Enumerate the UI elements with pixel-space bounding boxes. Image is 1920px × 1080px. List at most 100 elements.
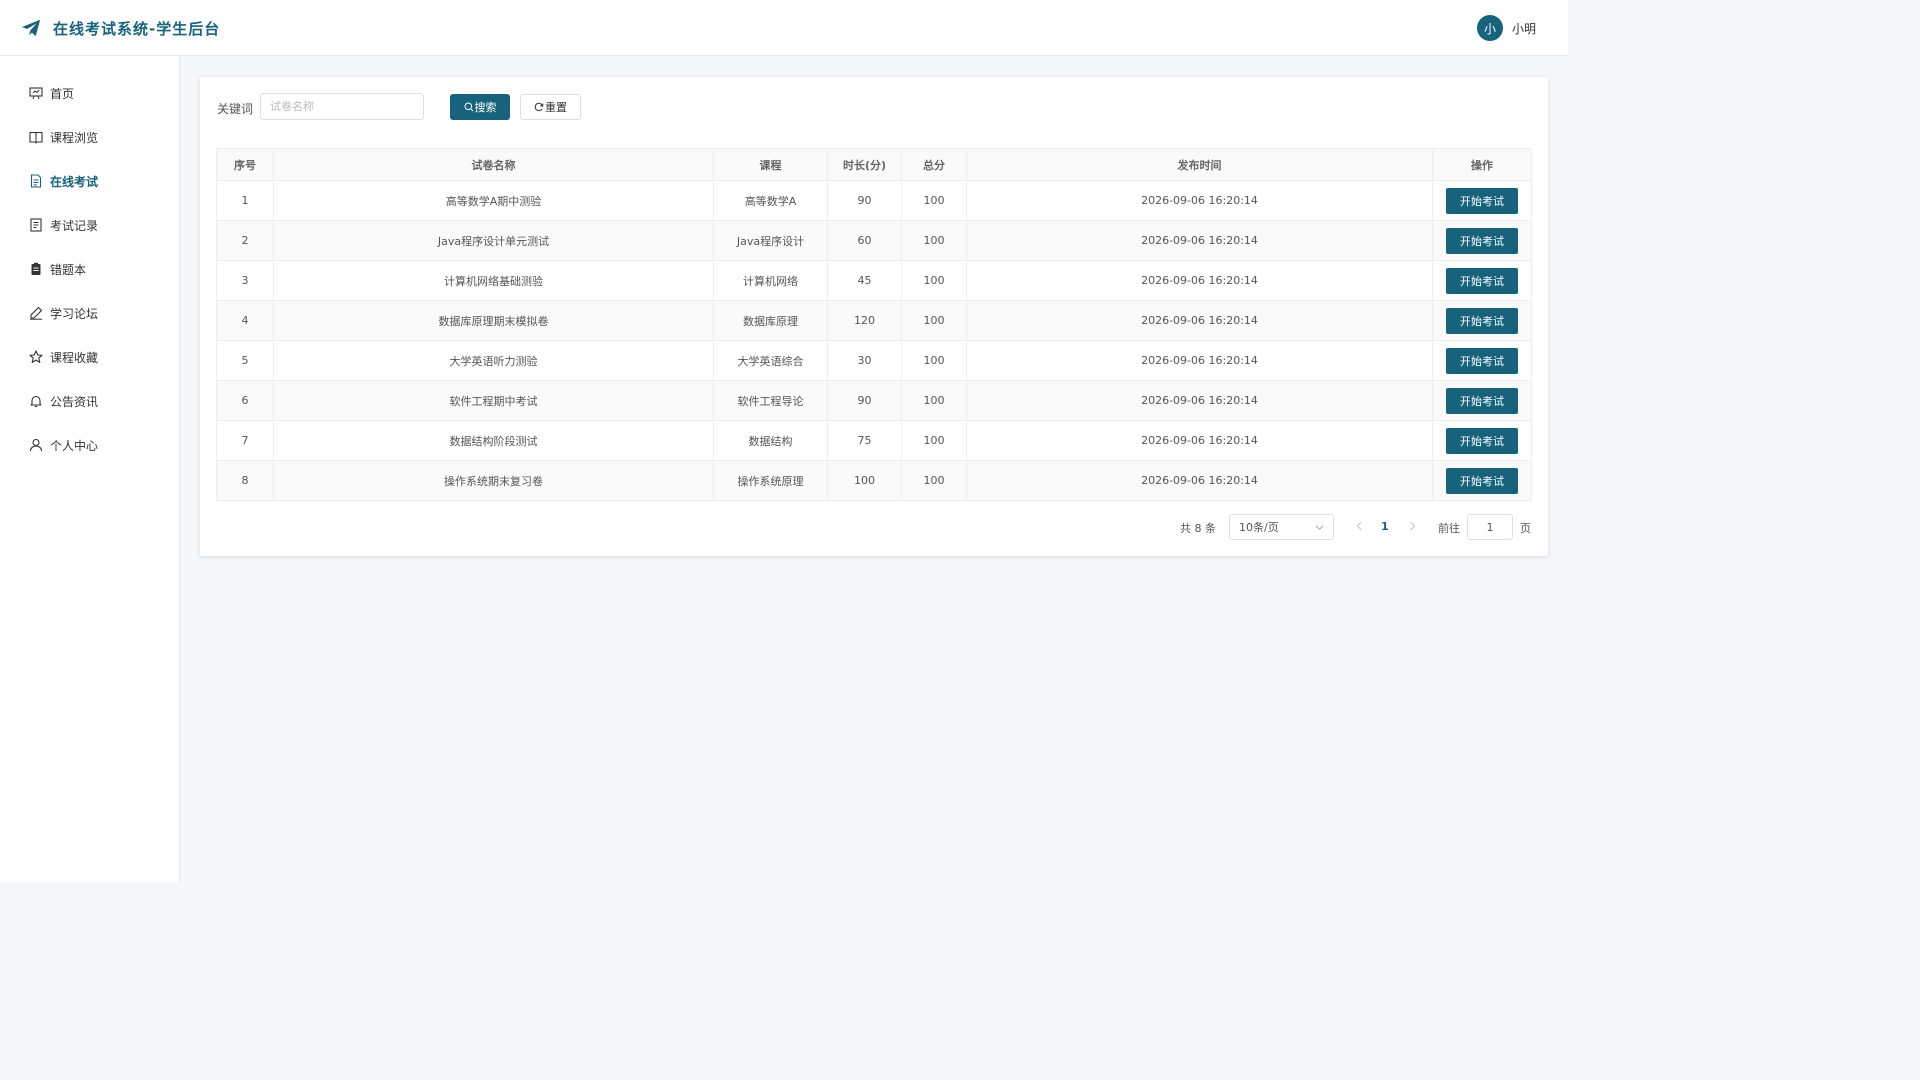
table-row: 7 数据结构阶段测试 数据结构 75 100 2026-09-06 16:20:… (216, 420, 1532, 461)
start-exam-button[interactable]: 开始考试 (1446, 467, 1518, 494)
cell-publish-time: 2026-09-06 16:20:14 (966, 220, 1433, 261)
cell-index: 5 (216, 340, 274, 381)
cell-index: 8 (216, 460, 274, 501)
cell-action: 开始考试 (1432, 420, 1532, 461)
sidebar-item-online-exam[interactable]: 在线考试 (0, 159, 179, 203)
avatar[interactable]: 小 (1476, 15, 1503, 41)
cell-course: 大学英语综合 (713, 340, 828, 381)
sidebar-item-announcements[interactable]: 公告资讯 (0, 379, 179, 423)
sidebar-item-label: 公告资讯 (50, 394, 99, 409)
sidebar-item-label: 考试记录 (50, 218, 99, 233)
chevron-right-icon[interactable] (1407, 520, 1417, 532)
cell-course: 数据结构 (713, 420, 828, 461)
page-size-value: 10条/页 (1239, 521, 1279, 534)
sidebar-item-exam-records[interactable]: 考试记录 (0, 203, 179, 247)
refresh-icon (534, 102, 544, 112)
page-number-current[interactable]: 1 (1381, 520, 1389, 533)
cell-paper-name: Java程序设计单元测试 (273, 220, 714, 261)
sidebar-item-label: 错题本 (50, 262, 87, 277)
cell-index: 1 (216, 180, 274, 221)
cell-index: 6 (216, 380, 274, 421)
record-icon (29, 218, 43, 232)
sidebar-item-label: 在线考试 (50, 174, 99, 189)
header-publish-time: 发布时间 (966, 148, 1433, 181)
start-exam-button[interactable]: 开始考试 (1446, 307, 1518, 334)
start-exam-button[interactable]: 开始考试 (1446, 187, 1518, 214)
paper-plane-icon (21, 19, 41, 37)
search-button[interactable]: 搜索 (450, 94, 510, 120)
sidebar-item-home[interactable]: 首页 (0, 71, 179, 115)
chevron-down-icon (1315, 525, 1324, 530)
cell-paper-name: 数据结构阶段测试 (273, 420, 714, 461)
keyword-input[interactable] (260, 93, 424, 120)
cell-course: 软件工程导论 (713, 380, 828, 421)
exam-list-card: 关键词 搜索 重置 序号 试卷名称 课程 时长(分) 总分 发布时间 操作 1 (200, 77, 1548, 556)
cell-duration: 120 (827, 300, 902, 341)
search-icon (464, 102, 473, 112)
sidebar-item-mistake-book[interactable]: 错题本 (0, 247, 179, 291)
cell-course: 高等数学A (713, 180, 828, 221)
sidebar-item-label: 课程浏览 (50, 130, 99, 145)
logo: 在线考试系统-学生后台 (20, 17, 220, 39)
sidebar: 首页 课程浏览 在线考试 考试记录 错题本 学习论坛 课程收藏 公告资讯 个人中… (0, 56, 180, 882)
cell-publish-time: 2026-09-06 16:20:14 (966, 300, 1433, 341)
chevron-left-icon[interactable] (1355, 520, 1365, 532)
sidebar-item-label: 首页 (50, 86, 75, 101)
cell-paper-name: 大学英语听力测验 (273, 340, 714, 381)
top-header: 在线考试系统-学生后台 小 小明 (0, 0, 1568, 56)
search-button-label: 搜索 (474, 101, 497, 114)
cell-action: 开始考试 (1432, 260, 1532, 301)
cell-index: 3 (216, 260, 274, 301)
goto-page-input[interactable] (1467, 514, 1513, 540)
cell-paper-name: 软件工程期中考试 (273, 380, 714, 421)
cell-total-score: 100 (901, 260, 967, 301)
cell-paper-name: 数据库原理期末模拟卷 (273, 300, 714, 341)
reset-button[interactable]: 重置 (520, 94, 581, 120)
sidebar-item-profile[interactable]: 个人中心 (0, 423, 179, 467)
keyword-label: 关键词 (217, 102, 254, 116)
cell-publish-time: 2026-09-06 16:20:14 (966, 420, 1433, 461)
cell-total-score: 100 (901, 220, 967, 261)
sidebar-item-forum[interactable]: 学习论坛 (0, 291, 179, 335)
presentation-icon (29, 86, 43, 100)
start-exam-button[interactable]: 开始考试 (1446, 427, 1518, 454)
page-suffix-label: 页 (1520, 522, 1531, 535)
document-icon (29, 174, 43, 188)
app-title: 在线考试系统-学生后台 (53, 19, 221, 38)
sidebar-item-courses[interactable]: 课程浏览 (0, 115, 179, 159)
cell-course: 数据库原理 (713, 300, 828, 341)
header-course: 课程 (713, 148, 828, 181)
table-row: 4 数据库原理期末模拟卷 数据库原理 120 100 2026-09-06 16… (216, 300, 1532, 341)
cell-publish-time: 2026-09-06 16:20:14 (966, 460, 1433, 501)
cell-duration: 45 (827, 260, 902, 301)
start-exam-button[interactable]: 开始考试 (1446, 347, 1518, 374)
table-row: 5 大学英语听力测验 大学英语综合 30 100 2026-09-06 16:2… (216, 340, 1532, 381)
cell-index: 4 (216, 300, 274, 341)
table-row: 6 软件工程期中考试 软件工程导论 90 100 2026-09-06 16:2… (216, 380, 1532, 421)
exam-table: 序号 试卷名称 课程 时长(分) 总分 发布时间 操作 1 高等数学A期中测验 … (216, 148, 1532, 501)
start-exam-button[interactable]: 开始考试 (1446, 227, 1518, 254)
cell-course: 操作系统原理 (713, 460, 828, 501)
header-index: 序号 (216, 148, 274, 181)
sidebar-item-favorites[interactable]: 课程收藏 (0, 335, 179, 379)
cell-publish-time: 2026-09-06 16:20:14 (966, 260, 1433, 301)
start-exam-button[interactable]: 开始考试 (1446, 267, 1518, 294)
cell-publish-time: 2026-09-06 16:20:14 (966, 180, 1433, 221)
start-exam-button[interactable]: 开始考试 (1446, 387, 1518, 414)
table-row: 3 计算机网络基础测验 计算机网络 45 100 2026-09-06 16:2… (216, 260, 1532, 301)
star-icon (29, 350, 43, 364)
cell-paper-name: 高等数学A期中测验 (273, 180, 714, 221)
cell-index: 2 (216, 220, 274, 261)
page-size-select[interactable]: 10条/页 (1229, 514, 1334, 540)
header-action: 操作 (1432, 148, 1532, 181)
cell-total-score: 100 (901, 340, 967, 381)
user-menu[interactable]: 小 小明 (1476, 15, 1536, 41)
cell-action: 开始考试 (1432, 380, 1532, 421)
username[interactable]: 小明 (1512, 20, 1536, 37)
header-duration: 时长(分) (827, 148, 902, 181)
cell-duration: 90 (827, 180, 902, 221)
cell-total-score: 100 (901, 300, 967, 341)
cell-action: 开始考试 (1432, 180, 1532, 221)
user-icon (29, 438, 43, 452)
cell-publish-time: 2026-09-06 16:20:14 (966, 340, 1433, 381)
